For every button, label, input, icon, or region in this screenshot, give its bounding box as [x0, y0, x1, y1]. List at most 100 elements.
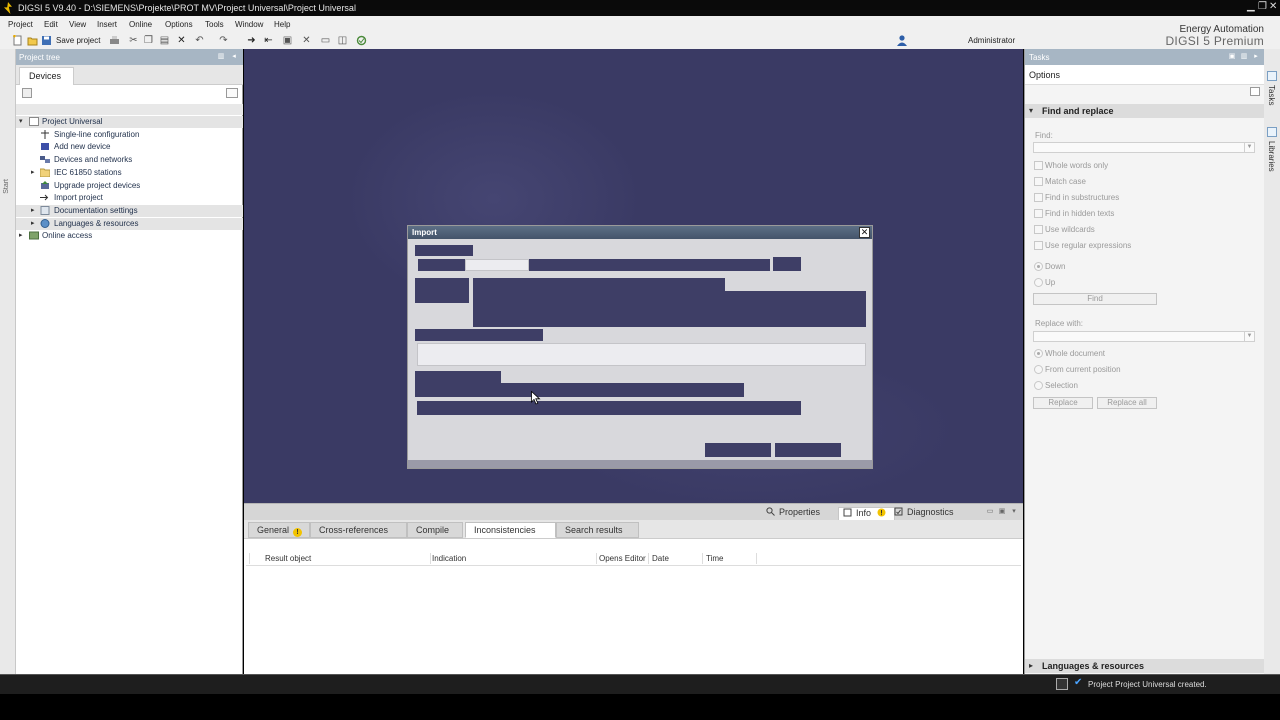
cut-icon[interactable]: ✂: [128, 35, 139, 46]
dropdown-arrow-icon[interactable]: ▼: [1244, 332, 1254, 341]
hidden-texts-checkbox[interactable]: [1034, 209, 1043, 218]
find-replace-section-header[interactable]: ▾ Find and replace: [1025, 104, 1265, 118]
tree-node-iec61850[interactable]: ▸ IEC 61850 stations: [16, 167, 243, 179]
overview-icon[interactable]: [226, 88, 238, 98]
libraries-side-tab[interactable]: Libraries: [1267, 141, 1276, 172]
expand-right-icon[interactable]: ▸: [31, 207, 38, 214]
tab-cross-references[interactable]: Cross-references: [310, 522, 407, 538]
menu-view[interactable]: View: [69, 20, 86, 29]
tree-node-languages[interactable]: ▸ Languages & resources: [16, 217, 243, 230]
new-project-icon[interactable]: [12, 35, 23, 46]
col-indication[interactable]: Indication: [432, 554, 466, 563]
ok-button[interactable]: [705, 443, 771, 457]
paste-icon[interactable]: ▤: [159, 35, 170, 46]
save-icon[interactable]: [41, 35, 52, 46]
menu-insert[interactable]: Insert: [97, 20, 117, 29]
menu-project[interactable]: Project: [8, 20, 33, 29]
split-vertical-icon[interactable]: ◫: [337, 35, 348, 46]
diagnostics-tab[interactable]: Diagnostics: [894, 507, 954, 520]
tree-node-documentation[interactable]: ▸ Documentation settings: [16, 204, 243, 217]
properties-tab[interactable]: Properties: [766, 507, 820, 520]
collapse-left-icon[interactable]: ◂: [230, 53, 238, 61]
go-offline-icon[interactable]: ⇤: [263, 35, 274, 46]
close-editor-icon[interactable]: ✕: [301, 35, 312, 46]
replace-button[interactable]: Replace: [1033, 397, 1093, 409]
tree-view-icon[interactable]: [22, 88, 32, 98]
tab-general[interactable]: General!: [248, 522, 310, 538]
cancel-button[interactable]: [775, 443, 841, 457]
panel-float-icon[interactable]: ▭: [986, 508, 994, 516]
path-field[interactable]: [465, 259, 529, 271]
tree-node-online-access[interactable]: ▸ Online access: [16, 230, 243, 242]
col-date[interactable]: Date: [652, 554, 669, 563]
copy-icon[interactable]: ❐: [143, 35, 154, 46]
status-list-icon[interactable]: [1056, 678, 1068, 690]
print-icon[interactable]: [109, 35, 120, 46]
find-input[interactable]: ▼: [1033, 142, 1255, 153]
dialog-close-icon[interactable]: ✕: [859, 227, 870, 238]
close-window-icon[interactable]: ✕: [1269, 1, 1277, 12]
save-project-button[interactable]: Save project: [56, 36, 100, 45]
expand-right-icon[interactable]: ▸: [19, 232, 26, 239]
redo-icon[interactable]: ↷: [218, 35, 229, 46]
expand-right-icon[interactable]: ▸: [1029, 661, 1033, 670]
menu-help[interactable]: Help: [274, 20, 290, 29]
menu-options[interactable]: Options: [165, 20, 193, 29]
disconnect-icon[interactable]: ▣: [282, 35, 293, 46]
open-project-icon[interactable]: [27, 35, 38, 46]
options-toggle[interactable]: [1250, 87, 1260, 96]
undo-icon[interactable]: ↶: [194, 35, 205, 46]
languages-section-header[interactable]: ▸ Languages & resources: [1025, 659, 1265, 673]
file-list[interactable]: [473, 291, 866, 327]
collapse-down-icon[interactable]: ▾: [1029, 106, 1033, 115]
expand-right-icon[interactable]: ▸: [31, 169, 38, 176]
find-button[interactable]: Find: [1033, 293, 1157, 305]
match-case-checkbox[interactable]: [1034, 177, 1043, 186]
expand-right-icon[interactable]: ▸: [31, 220, 38, 227]
tree-node-devices-networks[interactable]: Devices and networks: [16, 154, 243, 166]
panel-pin-icon[interactable]: ▥: [1240, 53, 1248, 61]
start-tab[interactable]: Start: [3, 179, 10, 194]
current-position-radio[interactable]: [1034, 365, 1043, 374]
panel-maximize-icon[interactable]: ▣: [998, 508, 1006, 516]
user-icon[interactable]: [896, 34, 908, 46]
menu-edit[interactable]: Edit: [44, 20, 58, 29]
expand-down-icon[interactable]: ▾: [19, 118, 26, 125]
menu-window[interactable]: Window: [235, 20, 263, 29]
libraries-tab-icon[interactable]: [1267, 127, 1277, 137]
delete-icon[interactable]: ✕: [176, 35, 187, 46]
panel-float-icon[interactable]: ▣: [1228, 53, 1236, 61]
wildcards-checkbox[interactable]: [1034, 225, 1043, 234]
col-opens-editor[interactable]: Opens Editor: [599, 554, 646, 563]
tasks-side-tab[interactable]: Tasks: [1267, 85, 1276, 105]
collapse-right-icon[interactable]: ▸: [1252, 53, 1260, 61]
selection-radio[interactable]: [1034, 381, 1043, 390]
go-online-icon[interactable]: ➜: [246, 35, 257, 46]
menu-tools[interactable]: Tools: [205, 20, 224, 29]
tab-compile[interactable]: Compile: [407, 522, 463, 538]
option-field[interactable]: [417, 401, 801, 415]
split-horizontal-icon[interactable]: ▭: [320, 35, 331, 46]
tab-devices[interactable]: Devices: [19, 67, 74, 85]
info-tab[interactable]: Info: [838, 507, 895, 520]
regex-checkbox[interactable]: [1034, 241, 1043, 250]
minimize-icon[interactable]: ▁: [1247, 1, 1255, 12]
replace-input[interactable]: ▼: [1033, 331, 1255, 342]
col-time[interactable]: Time: [706, 554, 723, 563]
col-result-object[interactable]: Result object: [265, 554, 311, 563]
down-radio[interactable]: [1034, 262, 1043, 271]
dropdown-arrow-icon[interactable]: ▼: [1244, 143, 1254, 152]
tasks-tab-icon[interactable]: [1267, 71, 1277, 81]
replace-all-button[interactable]: Replace all: [1097, 397, 1157, 409]
maximize-icon[interactable]: ❐: [1258, 1, 1267, 12]
tree-node-project[interactable]: ▾ Project Universal: [16, 116, 243, 128]
whole-words-checkbox[interactable]: [1034, 161, 1043, 170]
online-connect-icon[interactable]: [356, 35, 367, 46]
path-field-fill[interactable]: [529, 259, 770, 271]
menu-online[interactable]: Online: [129, 20, 152, 29]
tree-node-add-device[interactable]: Add new device: [16, 141, 243, 153]
up-radio[interactable]: [1034, 278, 1043, 287]
whole-document-radio[interactable]: [1034, 349, 1043, 358]
tab-inconsistencies[interactable]: Inconsistencies: [465, 522, 556, 538]
tree-node-single-line[interactable]: Single-line configuration: [16, 129, 243, 141]
